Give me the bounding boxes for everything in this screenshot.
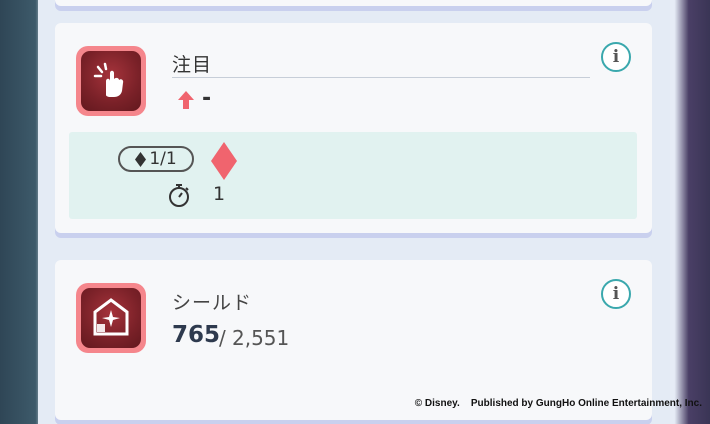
previous-skill-card <box>55 0 652 6</box>
stopwatch-icon <box>169 184 189 207</box>
cost-value: 1/1 <box>149 149 177 169</box>
info-icon: i <box>612 284 620 304</box>
shield-max-value: 2,551 <box>232 326 290 350</box>
tap-hand-icon <box>81 51 141 111</box>
skill-icon-frame <box>76 283 146 353</box>
copyright-text: © Disney. Published by GungHo Online Ent… <box>414 398 702 409</box>
info-button[interactable]: i <box>601 279 631 309</box>
info-icon: i <box>612 47 620 67</box>
up-arrow-icon <box>178 91 194 109</box>
skill-name: シールド <box>172 292 253 314</box>
skill-name: 注目 <box>172 54 213 76</box>
duration-value: 1 <box>213 183 226 205</box>
shield-house-icon <box>81 288 141 348</box>
shield-separator: / <box>219 326 226 350</box>
skill-icon-frame <box>76 46 146 116</box>
diamond-small-icon <box>135 151 147 167</box>
red-diamond-icon <box>211 142 237 180</box>
skill-name-underline <box>172 77 590 78</box>
shield-current-value: 765 <box>172 322 221 348</box>
info-button[interactable]: i <box>601 42 631 72</box>
cost-badge: 1/1 <box>118 146 194 172</box>
change-value: - <box>202 86 212 111</box>
